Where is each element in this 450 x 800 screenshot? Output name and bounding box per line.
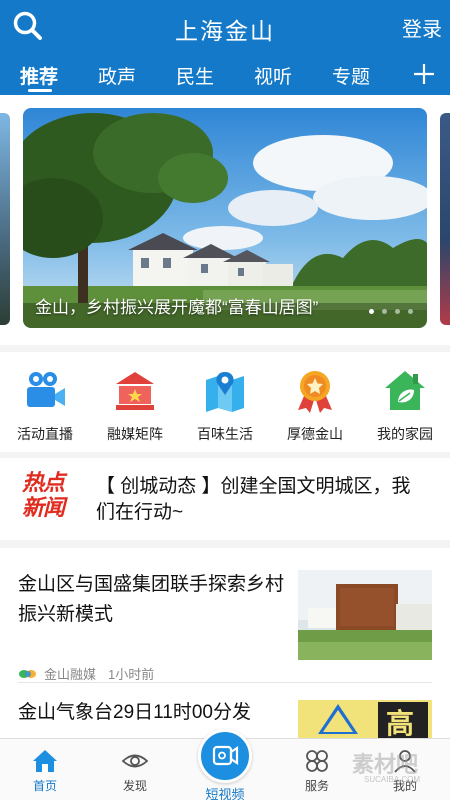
map-pin-icon <box>206 372 244 412</box>
category-tabs: 推荐 政声 民生 视听 专题 <box>0 56 450 92</box>
quick-link-media-matrix[interactable]: 融媒矩阵 <box>90 368 180 444</box>
watermark: 素材吧 SUCAIBA.COM <box>292 745 442 795</box>
news-divider <box>18 682 432 683</box>
app-screen: 上海金山 登录 推荐 政声 民生 视听 专题 金山，乡村振兴展开魔都“富春山居图… <box>0 0 450 800</box>
quick-link-live[interactable]: 活动直播 <box>0 368 90 444</box>
quick-link-label: 活动直播 <box>17 426 73 442</box>
quick-links: 活动直播 融媒矩阵 百味生活 厚德金山 我的家园 <box>0 352 450 452</box>
news-time: 1小时前 <box>108 667 155 682</box>
quick-link-label: 厚德金山 <box>287 426 343 442</box>
news-thumbnail[interactable] <box>298 570 432 660</box>
tab-audiovisual[interactable]: 视听 <box>254 62 292 89</box>
hot-news-logo-line: 新闻 <box>22 495 65 520</box>
quick-link-home[interactable]: 我的家园 <box>360 368 450 444</box>
app-title: 上海金山 <box>175 19 275 45</box>
source-logo-icon <box>19 669 36 678</box>
nav-home[interactable]: 首页 <box>10 747 80 794</box>
tab-recommend[interactable]: 推荐 <box>20 62 58 89</box>
banner-slide[interactable]: 金山，乡村振兴展开魔都“富春山居图” <box>23 108 427 328</box>
nav-label: 发现 <box>122 779 147 793</box>
tab-special[interactable]: 专题 <box>332 62 370 89</box>
quick-link-label: 融媒矩阵 <box>107 426 163 442</box>
news-thumbnail-image <box>298 570 432 660</box>
warning-level-text: 高 <box>386 708 415 739</box>
short-video-icon <box>212 745 239 766</box>
carousel-dot[interactable] <box>408 309 413 314</box>
news-item[interactable]: 金山区与国盛集团联手探索乡村振兴新模式 金山融媒 1小时前 <box>18 570 432 686</box>
news-title[interactable]: 金山区与国盛集团联手探索乡村振兴新模式 <box>18 570 288 630</box>
tab-politics[interactable]: 政声 <box>98 62 136 89</box>
carousel-dot[interactable] <box>369 309 374 314</box>
quick-link-label: 我的家园 <box>377 426 433 442</box>
quick-link-label: 百味生活 <box>197 426 253 442</box>
news-title[interactable]: 金山气象台29日11时00分发 <box>18 698 308 728</box>
watermark-subtext: SUCAIBA.COM <box>364 775 421 784</box>
add-channel-button[interactable] <box>412 62 436 86</box>
next-slide-peek[interactable] <box>440 113 450 325</box>
carousel-dots <box>369 309 413 314</box>
carousel-dot[interactable] <box>382 309 387 314</box>
news-list: 金山区与国盛集团联手探索乡村振兴新模式 金山融媒 1小时前 金山气象台29日11… <box>0 548 450 748</box>
hot-news-logo-line: 热点 <box>22 470 65 495</box>
building-icon <box>116 372 154 410</box>
short-video-button[interactable] <box>198 729 252 783</box>
hot-news-banner[interactable]: 热点 新闻 【 创城动态 】创建全国文明城区，我们在行动~ <box>0 458 450 540</box>
bottom-navigation: 首页 发现 短视频 服务 我的 素材吧 SUCAIBA.COM <box>0 729 450 800</box>
eye-icon <box>121 754 149 768</box>
tab-livelihood[interactable]: 民生 <box>176 62 214 89</box>
hot-news-logo: 热点 新闻 <box>22 470 82 526</box>
hot-news-text[interactable]: 【 创城动态 】创建全国文明城区，我们在行动~ <box>96 474 426 526</box>
nav-discover[interactable]: 发现 <box>100 747 170 794</box>
plus-icon <box>414 64 434 84</box>
quick-link-virtue[interactable]: 厚德金山 <box>270 368 360 444</box>
home-icon <box>33 750 57 772</box>
top-header: 上海金山 登录 推荐 政声 民生 视听 专题 <box>0 0 450 95</box>
previous-slide-peek[interactable] <box>0 113 10 325</box>
news-source: 金山融媒 <box>44 667 97 682</box>
banner-carousel[interactable]: 金山，乡村振兴展开魔都“富春山居图” <box>0 95 450 345</box>
news-thumbnail[interactable]: 高 <box>298 700 432 740</box>
nav-label: 短视频 <box>205 787 245 800</box>
home-leaf-icon <box>385 371 425 410</box>
active-tab-indicator <box>28 89 52 92</box>
banner-caption: 金山，乡村振兴展开魔都“富春山居图” <box>35 298 319 317</box>
quick-link-life[interactable]: 百味生活 <box>180 368 270 444</box>
carousel-dot[interactable] <box>395 309 400 314</box>
medal-icon <box>298 371 332 413</box>
news-meta: 金山融媒 1小时前 <box>18 664 154 683</box>
nav-label: 首页 <box>32 779 57 793</box>
video-camera-icon <box>27 372 65 407</box>
login-button[interactable]: 登录 <box>402 13 442 42</box>
